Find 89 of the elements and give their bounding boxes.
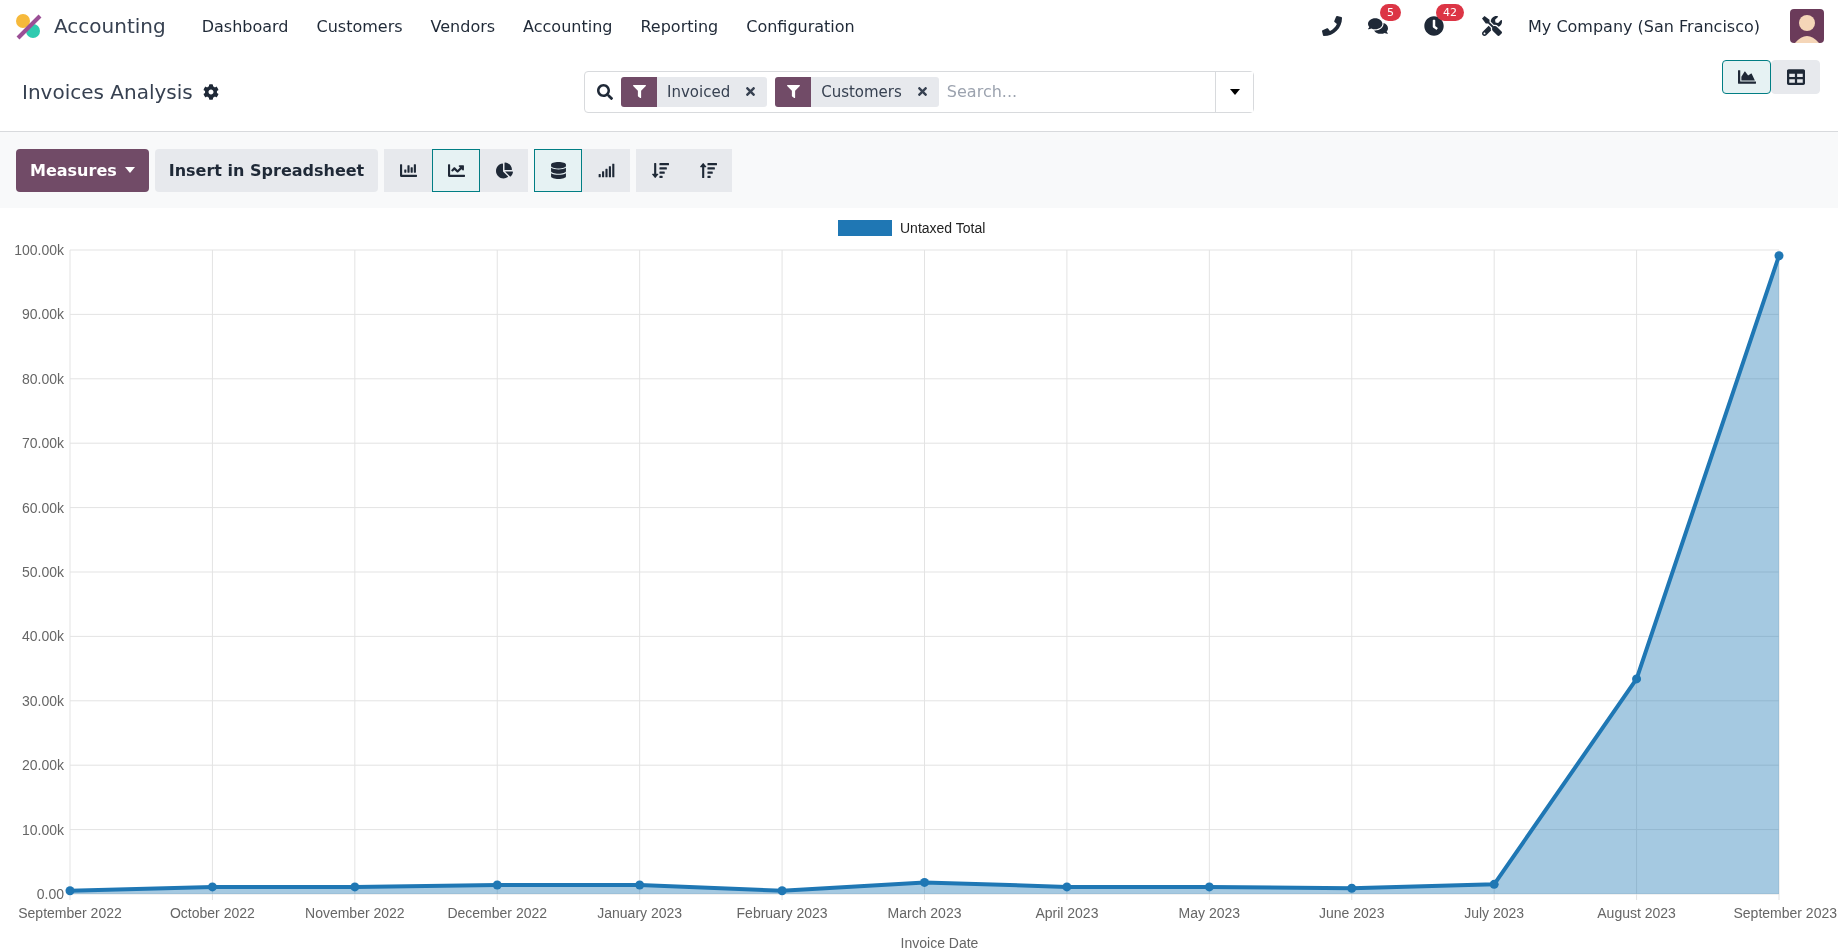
menu-item[interactable]: Customers — [302, 16, 417, 36]
axis-label: 20.00k — [21, 757, 64, 774]
sort-ascending-button[interactable] — [684, 148, 733, 192]
data-point — [635, 880, 645, 890]
data-point — [492, 880, 502, 890]
signal-bars-icon — [597, 161, 615, 179]
data-point — [1062, 882, 1072, 892]
user-avatar[interactable] — [1790, 9, 1824, 43]
axis-label: May 2023 — [1178, 905, 1241, 921]
axis-label: 30.00k — [21, 692, 64, 709]
axis-label: 0.00 — [36, 886, 64, 902]
menu-item[interactable]: Accounting — [509, 16, 627, 36]
data-point — [350, 882, 360, 892]
signal-bars-button[interactable] — [582, 148, 631, 192]
graph-view-button[interactable] — [1722, 59, 1771, 94]
menu-item[interactable]: Configuration — [732, 16, 869, 36]
search-icon — [597, 83, 613, 100]
remove-icon[interactable] — [744, 85, 758, 98]
sort-descending-icon — [651, 161, 669, 179]
line-chart-icon — [447, 161, 465, 179]
data-point — [1632, 674, 1642, 684]
table-icon — [1786, 67, 1805, 86]
data-point — [1204, 882, 1214, 892]
search-field[interactable]: Invoiced Customers Search... — [584, 70, 1254, 113]
axis-label: March 2023 — [887, 905, 962, 921]
axis-label: November 2022 — [305, 905, 405, 921]
caret-icon — [1229, 88, 1240, 95]
axis-title: Invoice Date — [900, 935, 979, 949]
data-point — [920, 877, 929, 887]
axis-label: 40.00k — [21, 628, 64, 645]
app-logo-icon[interactable] — [14, 12, 42, 40]
stack-icon — [549, 161, 567, 179]
count-badge: 42 — [1436, 4, 1465, 21]
legend-swatch[interactable] — [838, 220, 892, 236]
sort-descending-button[interactable] — [636, 148, 685, 192]
axis-label: April 2023 — [1035, 905, 1099, 921]
axis-label: October 2022 — [170, 905, 255, 921]
bar-chart-button[interactable] — [384, 148, 433, 192]
line-chart-button[interactable] — [432, 148, 481, 192]
insert-spreadsheet-button[interactable]: Insert in Spreadsheet — [154, 148, 379, 192]
axis-label: December 2022 — [447, 905, 548, 921]
clock-icon[interactable] — [1424, 16, 1445, 36]
data-point — [207, 882, 217, 892]
axis-label: 60.00k — [21, 499, 64, 516]
data-point — [1774, 251, 1784, 261]
axis-label: 100.00k — [14, 242, 64, 258]
filter-label: Invoiced — [667, 82, 731, 101]
area-chart-icon — [1737, 67, 1756, 86]
bar-chart-icon — [399, 161, 417, 179]
axis-label: February 2023 — [736, 905, 828, 921]
search-options-button[interactable] — [1215, 71, 1253, 112]
axis-label: January 2023 — [597, 905, 683, 921]
axis-label: 70.00k — [21, 435, 64, 452]
pie-chart-icon — [495, 161, 513, 179]
legend-label[interactable]: Untaxed Total — [900, 220, 986, 236]
count-badge: 5 — [1380, 4, 1402, 21]
page-title: Invoices Analysis — [22, 79, 193, 104]
chat-icon[interactable] — [1368, 16, 1389, 36]
measures-button[interactable]: Measures — [16, 148, 149, 192]
menu-item[interactable]: Vendors — [416, 16, 510, 36]
pivot-view-button[interactable] — [1771, 59, 1820, 94]
filter-icon — [621, 76, 657, 107]
axis-label: 80.00k — [21, 370, 64, 387]
axis-label: September 2022 — [18, 905, 122, 921]
menu-item[interactable]: Reporting — [626, 16, 733, 36]
axis-label: 10.00k — [21, 821, 64, 838]
data-point — [65, 886, 75, 896]
axis-label: June 2023 — [1319, 905, 1385, 921]
axis-label: August 2023 — [1597, 905, 1676, 921]
app-name[interactable]: Accounting — [54, 14, 166, 38]
pie-chart-button[interactable] — [480, 148, 529, 192]
remove-icon[interactable] — [915, 85, 929, 98]
caret-icon — [124, 167, 135, 173]
axis-label: July 2023 — [1464, 905, 1525, 921]
data-point — [1347, 883, 1357, 893]
filter-label: Customers — [821, 82, 902, 101]
sort-ascending-icon — [699, 161, 717, 179]
menu-item[interactable]: Dashboard — [187, 16, 303, 36]
filter-icon — [775, 76, 812, 107]
axis-label: September 2023 — [1733, 905, 1837, 921]
stack-button[interactable] — [534, 148, 583, 192]
data-point — [1489, 879, 1499, 889]
data-point — [777, 886, 787, 896]
company-switcher[interactable]: My Company (San Francisco) — [1528, 16, 1760, 36]
settings-icon[interactable] — [202, 83, 219, 100]
tools-icon[interactable] — [1482, 16, 1503, 36]
axis-label: 50.00k — [21, 564, 64, 580]
phone-icon[interactable] — [1322, 16, 1343, 36]
axis-label: 90.00k — [21, 306, 64, 323]
